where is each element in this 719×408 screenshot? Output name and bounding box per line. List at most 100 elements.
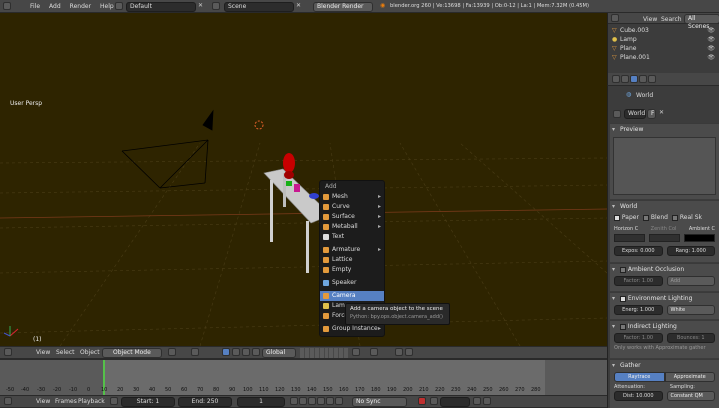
snap-icon[interactable] bbox=[370, 348, 378, 356]
world-datablock-icon[interactable] bbox=[613, 110, 621, 118]
end-frame-field[interactable]: End: 250 bbox=[178, 397, 232, 407]
menu-add[interactable]: Add bbox=[49, 3, 61, 10]
world-close-icon[interactable]: ✕ bbox=[659, 109, 664, 116]
timeline-area[interactable]: -50 -40 -30 -20 -10 0 10 20 30 40 50 60 … bbox=[0, 359, 607, 396]
menu-file[interactable]: File bbox=[30, 3, 40, 10]
next-key-icon[interactable] bbox=[326, 397, 334, 405]
menu-item-surface[interactable]: Surface ▸ bbox=[320, 212, 384, 222]
horizon-color-swatch[interactable] bbox=[614, 234, 645, 242]
menu-item-empty[interactable]: Empty bbox=[320, 265, 384, 275]
zenith-color-swatch[interactable] bbox=[649, 234, 680, 242]
outliner-tab-search[interactable]: Search bbox=[661, 16, 682, 23]
scale-icon[interactable] bbox=[252, 348, 260, 356]
translate-icon[interactable] bbox=[232, 348, 240, 356]
timeline-menu-view[interactable]: View bbox=[36, 398, 50, 405]
jump-start-icon[interactable] bbox=[290, 397, 298, 405]
start-frame-field[interactable]: Start: 1 bbox=[121, 397, 175, 407]
render-tab-icon[interactable] bbox=[612, 75, 620, 83]
indirect-lighting-checkbox[interactable] bbox=[620, 323, 626, 330]
real-sky-checkbox[interactable]: Real Sk bbox=[671, 214, 702, 221]
insert-key-icon[interactable] bbox=[473, 397, 481, 405]
environment-lighting-header[interactable]: Environment Lighting bbox=[610, 293, 719, 304]
exposure-field[interactable]: Expos: 0.000 bbox=[614, 246, 663, 256]
rotate-icon[interactable] bbox=[242, 348, 250, 356]
outliner-tab-view[interactable]: View bbox=[643, 16, 657, 23]
modifier-tab-icon[interactable] bbox=[648, 75, 656, 83]
lock-icon[interactable] bbox=[352, 348, 360, 356]
prev-key-icon[interactable] bbox=[299, 397, 307, 405]
viewport-menu-select[interactable]: Select bbox=[56, 349, 75, 356]
outliner-row[interactable]: ● Lamp 👁 bbox=[612, 35, 717, 44]
menu-item-lattice[interactable]: Lattice bbox=[320, 255, 384, 265]
menu-item-speaker[interactable]: Speaker bbox=[320, 278, 384, 288]
world-fake-user-button[interactable]: F bbox=[647, 109, 656, 119]
mode-select[interactable]: Object Mode bbox=[102, 348, 162, 358]
layout-field[interactable]: Default bbox=[126, 2, 196, 12]
menu-item-mesh[interactable]: Mesh ▸ bbox=[320, 192, 384, 202]
menu-help[interactable]: Help bbox=[100, 3, 114, 10]
render-engine-select[interactable]: Blender Render bbox=[313, 2, 373, 12]
visibility-icon[interactable]: 👁 bbox=[707, 35, 715, 44]
world-tab-icon[interactable] bbox=[630, 75, 638, 83]
outliner-editor-icon[interactable] bbox=[611, 14, 619, 22]
preview-panel-header[interactable]: Preview bbox=[610, 124, 719, 135]
distance-field[interactable]: Dist: 10.000 bbox=[614, 391, 663, 401]
render-anim-icon[interactable] bbox=[405, 348, 413, 356]
render-preview-icon[interactable] bbox=[395, 348, 403, 356]
menu-item-text[interactable]: Text bbox=[320, 232, 384, 242]
viewport-menu-view[interactable]: View bbox=[36, 349, 50, 356]
keying-set-icon[interactable] bbox=[430, 397, 438, 405]
visibility-icon[interactable]: 👁 bbox=[707, 26, 715, 35]
scene-tab-icon[interactable] bbox=[621, 75, 629, 83]
raytrace-button[interactable]: Raytrace bbox=[614, 372, 665, 382]
visibility-icon[interactable]: 👁 bbox=[707, 53, 715, 62]
env-color-select[interactable]: White bbox=[666, 305, 715, 315]
play-reverse-icon[interactable] bbox=[308, 397, 316, 405]
paper-sky-checkbox[interactable]: Paper bbox=[614, 214, 639, 221]
menu-item-group-instance[interactable]: Group Instance ▸ bbox=[320, 324, 384, 334]
blend-sky-checkbox[interactable]: Blend bbox=[642, 214, 668, 221]
orientation-select[interactable]: Global bbox=[262, 348, 296, 358]
delete-key-icon[interactable] bbox=[483, 397, 491, 405]
outliner-scene-filter[interactable]: All Scenes bbox=[684, 14, 719, 30]
ambient-occlusion-checkbox[interactable] bbox=[620, 266, 626, 273]
viewport-editor-icon[interactable] bbox=[4, 348, 12, 356]
play-icon[interactable] bbox=[317, 397, 325, 405]
clock-icon[interactable] bbox=[110, 397, 118, 405]
env-energy-field[interactable]: Energ: 1.000 bbox=[614, 305, 663, 315]
outliner-row[interactable]: ▽ Plane 👁 bbox=[612, 44, 717, 53]
timeline-menu-playback[interactable]: Playback bbox=[78, 398, 105, 405]
scene-field[interactable]: Scene bbox=[224, 2, 294, 12]
jump-end-icon[interactable] bbox=[335, 397, 343, 405]
world-panel-header[interactable]: World bbox=[610, 201, 719, 212]
pivot-icon[interactable] bbox=[191, 348, 199, 356]
viewport-menu-object[interactable]: Object bbox=[80, 349, 100, 356]
layout-icon[interactable] bbox=[115, 2, 123, 10]
shading-icon[interactable] bbox=[168, 348, 176, 356]
record-icon[interactable] bbox=[418, 397, 426, 405]
menu-item-armature[interactable]: Armature ▸ bbox=[320, 245, 384, 255]
sync-select[interactable]: No Sync bbox=[352, 397, 407, 407]
3d-viewport[interactable]: User Persp (1) bbox=[0, 13, 607, 346]
scene-close-icon[interactable]: ✕ bbox=[296, 2, 301, 9]
scene-icon[interactable] bbox=[212, 2, 220, 10]
object-tab-icon[interactable] bbox=[639, 75, 647, 83]
indirect-bounces-field[interactable]: Bounces: 1 bbox=[666, 333, 715, 343]
editor-type-icon[interactable] bbox=[3, 2, 11, 10]
layer-buttons[interactable] bbox=[300, 348, 348, 358]
visibility-icon[interactable]: 👁 bbox=[707, 44, 715, 53]
approximate-button[interactable]: Approximate bbox=[664, 372, 715, 382]
current-frame-field[interactable]: 1 bbox=[237, 397, 285, 407]
indirect-factor-field[interactable]: Factor: 1.00 bbox=[614, 333, 663, 343]
world-name-field[interactable]: World bbox=[624, 109, 646, 119]
outliner-row[interactable]: ▽ Cube.003 👁 bbox=[612, 26, 717, 35]
outliner-row[interactable]: ▽ Plane.001 👁 bbox=[612, 53, 717, 62]
layout-close-icon[interactable]: ✕ bbox=[198, 2, 203, 9]
menu-item-metaball[interactable]: Metaball ▸ bbox=[320, 222, 384, 232]
menu-item-camera[interactable]: Camera bbox=[320, 291, 384, 301]
indirect-lighting-header[interactable]: Indirect Lighting bbox=[610, 321, 719, 332]
gather-header[interactable]: Gather bbox=[610, 360, 719, 371]
menu-render[interactable]: Render bbox=[70, 3, 91, 10]
ao-factor-field[interactable]: Factor: 1.00 bbox=[614, 276, 663, 286]
ambient-occlusion-header[interactable]: Ambient Occlusion bbox=[610, 264, 719, 275]
